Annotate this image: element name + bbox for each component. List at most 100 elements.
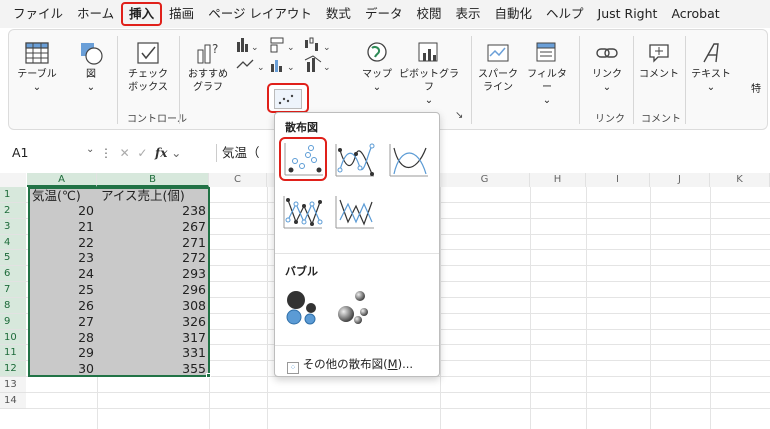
scatter-smooth-markers-option[interactable] [331,139,379,183]
scatter-markers-only-option[interactable] [279,137,327,181]
column-header-j[interactable]: J [650,173,710,187]
row-header-6[interactable]: 6 [0,266,26,283]
svg-text:⌄: ⌄ [257,63,265,73]
menu-review[interactable]: 校閲 [409,3,448,25]
filter-label: フィルター [527,69,567,93]
pivot-chart-button[interactable]: ピボットグラフ ⌄ [399,40,459,107]
link-button[interactable]: リンク ⌄ [585,40,629,94]
formula-input[interactable]: 気温（ [222,142,260,164]
row-header-12[interactable]: 12 [0,361,26,378]
checkbox-button[interactable]: チェック ボックス [125,40,171,94]
menu-acrobat[interactable]: Acrobat [664,3,726,25]
sparkline-label-2: ライン [483,82,513,93]
gridline [530,187,531,429]
row-header-11[interactable]: 11 [0,345,26,362]
comment-group-label: コメント [641,114,681,125]
row-header-4[interactable]: 4 [0,234,26,251]
row-header-8[interactable]: 8 [0,297,26,314]
chevron-down-icon: ⌄ [32,82,42,93]
column-header-g[interactable]: G [440,173,530,187]
shapes-icon [81,43,103,65]
scatter-straight-lines-option[interactable] [331,191,379,235]
row-header-9[interactable]: 9 [0,313,26,330]
row-header-14[interactable]: 14 [0,392,26,409]
special-label[interactable]: 特 [751,80,761,95]
column-header-b[interactable]: B [97,173,209,187]
row-header-5[interactable]: 5 [0,250,26,267]
menu-insert[interactable]: 挿入 [121,2,163,26]
menu-draw[interactable]: 描画 [162,3,201,25]
menu-home[interactable]: ホーム [70,3,121,25]
text-label: テキスト [691,69,731,80]
insert-function-button[interactable]: fx [155,146,167,160]
recommended-charts-button[interactable]: ? おすすめ グラフ [185,40,231,94]
column-header-a[interactable]: A [27,173,97,187]
map-chart-button[interactable]: マップ ⌄ [359,40,395,94]
menu-data[interactable]: データ [358,3,410,25]
gridline [650,187,651,429]
scatter-smooth-lines-option[interactable] [385,139,433,183]
gridline [440,187,441,429]
bubble-chart-icon [286,291,316,325]
scatter-chart-button[interactable] [267,83,309,113]
chevron-down-icon: ⌄ [706,82,716,93]
chevron-down-icon: ⌄ [424,95,434,106]
waterfall-chart-icon [305,37,318,51]
row-header-13[interactable]: 13 [0,377,26,393]
hierarchy-chart-icon [270,37,284,53]
svg-text:⌄: ⌄ [323,43,331,53]
row-header-7[interactable]: 7 [0,282,26,298]
scatter-heading: 散布図 [285,121,318,134]
column-header-c[interactable]: C [209,173,267,187]
cancel-icon[interactable]: ✕ [120,146,130,160]
checkbox-label-2: ボックス [128,82,168,93]
enter-icon[interactable]: ✓ [137,146,147,160]
bubble-option[interactable] [279,285,327,329]
column-header-h[interactable]: H [530,173,586,187]
svg-text:⌄: ⌄ [251,43,259,53]
statistic-chart-icon [271,60,282,72]
menu-help[interactable]: ヘルプ [539,3,591,25]
chevron-down-icon: ⌄ [372,82,382,93]
column-header-i[interactable]: I [586,173,650,187]
menu-bar: ファイル ホーム 挿入 描画 ページ レイアウト 数式 データ 校閲 表示 自動… [0,0,770,28]
menu-formulas[interactable]: 数式 [319,3,358,25]
pivot-chart-icon [418,42,438,62]
row-header-3[interactable]: 3 [0,218,26,235]
filter-button[interactable]: フィルター ⌄ [523,40,571,107]
row-header-2[interactable]: 2 [0,202,26,219]
bubble-3d-option[interactable] [331,285,379,329]
more-scatter-charts-link[interactable]: ⁘ その他の散布図(M)... [287,356,413,374]
text-button[interactable]: テキスト ⌄ [689,40,733,94]
sparkline-button[interactable]: スパーク ライン [475,40,521,94]
gridline [26,407,770,409]
pivot-label: ピボットグラフ [399,69,459,93]
comment-button[interactable]: コメント [637,40,681,81]
row-header-1[interactable]: 1 [0,187,26,203]
scatter-straight-markers-option[interactable] [279,191,327,235]
chevron-down-icon: ⌄ [542,95,552,106]
bubble-3d-chart-icon [338,291,368,324]
table-button[interactable]: テーブル ⌄ [17,40,57,94]
menu-file[interactable]: ファイル [6,3,70,25]
scatter-smooth-markers-icon [335,143,375,177]
illustrations-button[interactable]: 図 ⌄ [73,40,109,94]
menu-page-layout[interactable]: ページ レイアウト [201,3,319,25]
sparkline-icon [487,44,509,62]
scatter-markers-icon [284,143,323,176]
select-all-corner[interactable] [0,173,26,187]
name-box[interactable]: A1 [8,142,96,164]
menu-just-right[interactable]: Just Right [591,3,665,25]
dialog-launcher-icon[interactable]: ↘ [455,110,463,121]
column-header-k[interactable]: K [710,173,770,187]
link-icon [596,48,618,58]
menu-view[interactable]: 表示 [448,3,487,25]
svg-text:⌄: ⌄ [287,43,295,53]
chevron-down-icon[interactable]: ⌄ [171,146,181,160]
chevron-down-icon[interactable]: ⌄ [86,144,94,155]
table-label: テーブル [17,69,57,80]
menu-automate[interactable]: 自動化 [487,3,539,25]
fill-handle[interactable] [206,373,211,379]
more-icon[interactable]: ⋮ [100,146,112,160]
row-header-10[interactable]: 10 [0,329,26,346]
